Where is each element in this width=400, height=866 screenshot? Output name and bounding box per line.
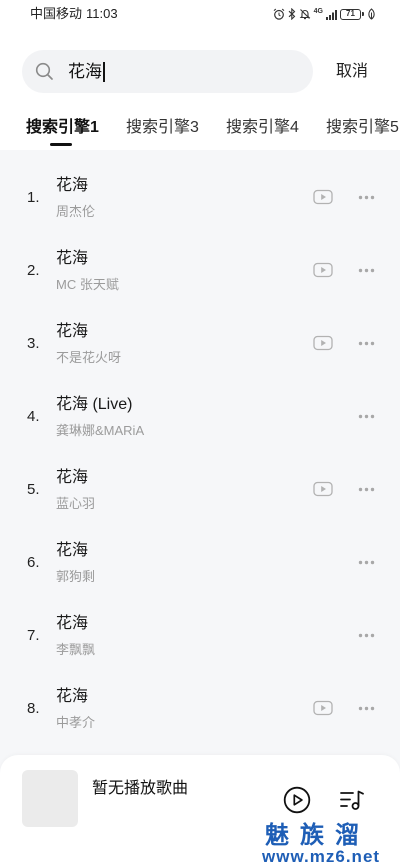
- song-title: 花海 (Live): [56, 396, 133, 413]
- playlist-icon[interactable]: [340, 789, 365, 811]
- artist-name: 不是花火呀: [56, 350, 122, 365]
- result-row[interactable]: 1. 花海 周杰伦: [0, 162, 400, 235]
- status-carrier-time: 中国移动 11:03: [30, 6, 118, 22]
- video-icon[interactable]: [313, 189, 333, 205]
- artist-name: 蓝心羽: [56, 496, 96, 511]
- result-row[interactable]: 2. 花海 MC 张天赋: [0, 235, 400, 308]
- result-index: 1.: [27, 189, 40, 206]
- more-options-icon[interactable]: [358, 268, 375, 273]
- signal-icon: [326, 9, 337, 20]
- song-title: 花海: [56, 469, 89, 486]
- more-options-icon[interactable]: [358, 487, 375, 492]
- video-icon[interactable]: [313, 262, 333, 278]
- result-row[interactable]: 4. 花海 (Live) 龚琳娜&MARiA: [0, 381, 400, 454]
- now-playing-text: 暂无播放歌曲: [92, 780, 189, 797]
- network-type: 4G: [313, 7, 323, 15]
- status-icons: 4G 71: [273, 7, 376, 21]
- artist-name: 龚琳娜&MARiA: [56, 423, 145, 438]
- alarm-icon: [273, 8, 285, 20]
- result-row[interactable]: 3. 花海 不是花火呀: [0, 308, 400, 381]
- result-row[interactable]: 7. 花海 李飘飘: [0, 600, 400, 673]
- result-index: 2.: [27, 262, 40, 279]
- song-title: 花海: [56, 542, 89, 559]
- song-title: 花海: [56, 177, 89, 194]
- song-title: 花海: [56, 688, 89, 705]
- artist-name: MC 张天赋: [56, 277, 119, 292]
- video-icon[interactable]: [313, 335, 333, 351]
- song-title: 花海: [56, 323, 89, 340]
- more-options-icon[interactable]: [358, 706, 375, 711]
- result-index: 7.: [27, 627, 40, 644]
- result-row[interactable]: 8. 花海 中孝介: [0, 673, 400, 746]
- album-art-placeholder[interactable]: [22, 770, 78, 827]
- more-options-icon[interactable]: [358, 195, 375, 200]
- cancel-button[interactable]: 取消: [336, 62, 368, 82]
- clock: 11:03: [86, 6, 118, 21]
- battery-icon: 71: [340, 8, 364, 20]
- result-index: 6.: [27, 554, 40, 571]
- play-circle-icon[interactable]: [283, 786, 311, 814]
- tab-engine-5[interactable]: 搜索引擎5: [326, 118, 399, 138]
- search-icon: [35, 62, 54, 81]
- artist-name: 中孝介: [56, 715, 96, 730]
- leaf-icon: [367, 8, 376, 20]
- more-options-icon[interactable]: [358, 414, 375, 419]
- song-title: 花海: [56, 250, 89, 267]
- search-query[interactable]: 花海: [68, 61, 105, 82]
- carrier-name: 中国移动: [30, 6, 83, 21]
- result-index: 5.: [27, 481, 40, 498]
- result-row[interactable]: 5. 花海 蓝心羽: [0, 454, 400, 527]
- video-icon[interactable]: [313, 700, 333, 716]
- artist-name: 郭狗剩: [56, 569, 96, 584]
- tab-indicator: [50, 143, 72, 146]
- more-options-icon[interactable]: [358, 633, 375, 638]
- artist-name: 李飘飘: [56, 642, 96, 657]
- watermark-brand: 魅族溜: [265, 822, 370, 849]
- battery-level: 71: [346, 9, 355, 18]
- video-icon[interactable]: [313, 481, 333, 497]
- watermark-url: www.mz6.net: [262, 847, 381, 866]
- result-index: 4.: [27, 408, 40, 425]
- result-row[interactable]: 6. 花海 郭狗剩: [0, 527, 400, 600]
- mute-icon: [299, 8, 311, 20]
- result-index: 8.: [27, 700, 40, 717]
- search-query-text: 花海: [68, 62, 102, 81]
- tab-engine-3[interactable]: 搜索引擎3: [126, 118, 199, 138]
- tab-engine-1[interactable]: 搜索引擎1: [26, 118, 99, 138]
- artist-name: 周杰伦: [56, 204, 96, 219]
- song-title: 花海: [56, 615, 89, 632]
- text-cursor: [103, 61, 105, 82]
- more-options-icon[interactable]: [358, 560, 375, 565]
- result-index: 3.: [27, 335, 40, 352]
- search-input[interactable]: 花海: [22, 50, 313, 93]
- bluetooth-icon: [288, 8, 296, 20]
- more-options-icon[interactable]: [358, 341, 375, 346]
- status-bar: 中国移动 11:03 4G 71: [0, 0, 400, 28]
- tab-engine-4[interactable]: 搜索引擎4: [226, 118, 299, 138]
